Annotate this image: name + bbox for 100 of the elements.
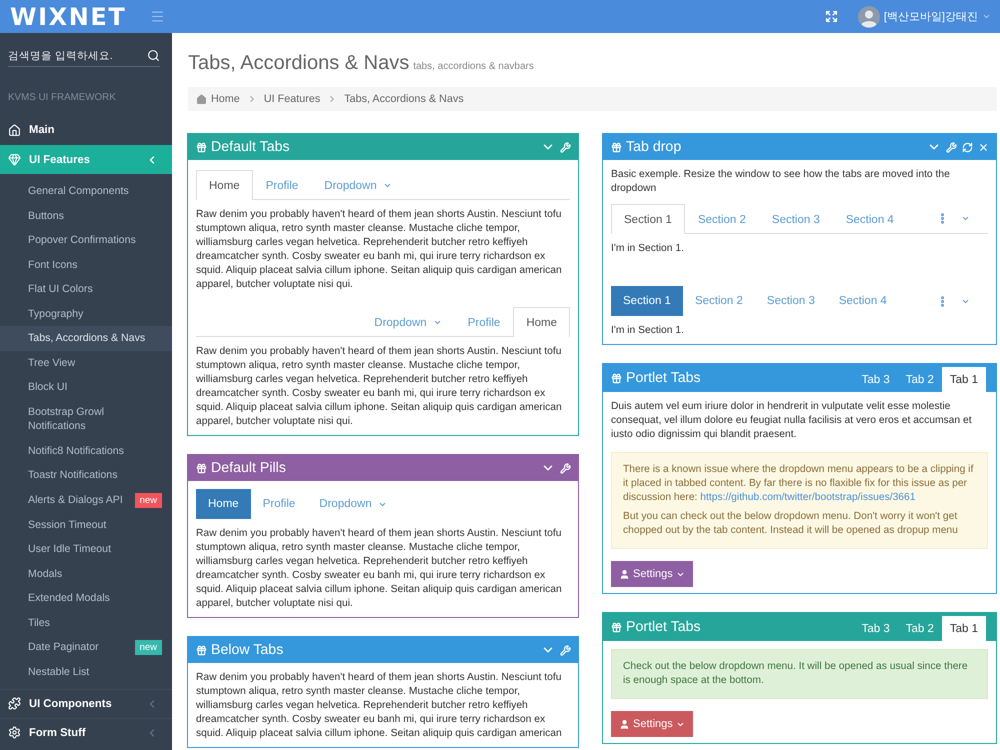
pill-tab[interactable]: Home [196,489,251,519]
tab[interactable]: Tab 1 [942,367,986,392]
paragraph: Raw denim you probably haven't heard of them jean shorts Austin. Nesciunt tofu stumptown aliqua, retro synth master cleanse. Mustache cliche tempor, williamsburg carles vegan helvetica. Reprehenderit butcher retro keffiyeh dreamcatcher synth. Cosby sweater eu banh mi, qui irure terry richardson ex squid. Aliquip placeat salvia cillum iphone. Seitan aliquip quis cardigan american apparel, butcher voluptate nisi qui. [196,208,563,292]
submenu-item[interactable]: Buttons [0,204,172,228]
submenu-item[interactable]: Tree View [0,350,172,375]
panel-title: Portlet Tabs [626,369,701,387]
paragraph: Raw denim you probably haven't heard of them jean shorts Austin. Nesciunt tofu stumptown aliqua, retro synth master cleanse. Mustache cliche tempor, williamsburg carles vegan helvetica. Reprehenderit butcher retro keffiyeh dreamcatcher synth. Cosby sweater eu banh mi, qui irure terry richardson ex squid. Aliquip placeat salvia cillum iphone. Seitan aliquip quis cardigan american apparel, butcher voluptate nisi qui. [196,345,563,429]
dropdown-button[interactable]: Settings [611,711,693,737]
submenu-item[interactable]: Tabs, Accordions & Navs [0,326,172,350]
menu-item[interactable]: UI Features [0,145,172,174]
close-icon[interactable] [978,142,989,152]
paragraph: Raw denim you probably haven't heard of them jean shorts Austin. Nesciunt tofu stumptown aliqua, retro synth master cleanse. Mustache cliche tempor, williamsburg carles vegan helvetica. Reprehenderit butcher retro keffiyeh dreamcatcher synth. Cosby sweater eu banh mi, qui irure terry richardson ex squid. Aliquip placeat salvia cillum iphone. Seitan aliquip quis cardigan american [196,671,563,741]
tab[interactable]: Profile [454,307,514,337]
tab[interactable]: Home [513,307,570,337]
tab[interactable]: Tab 2 [898,616,942,641]
user-icon [619,568,630,580]
tab[interactable]: Profile [252,170,312,200]
pill-tab[interactable]: Profile [250,489,308,519]
gift-icon [611,622,622,632]
user-menu[interactable]: [백산모바일]강태진 [858,6,991,28]
panel-title: Default Pills [211,459,286,477]
pill-tab[interactable]: Section 1 [611,286,683,316]
dropdown-button[interactable]: Settings [611,561,693,587]
paragraph: I'm in Section 1. [611,242,685,256]
page-title: Tabs, Accordions & Navs [188,51,410,76]
reload-icon[interactable] [962,142,973,152]
puzzle-icon [8,697,21,710]
tab[interactable]: Tab 3 [854,616,898,641]
breadcrumb-current: Tabs, Accordions & Navs [344,93,464,105]
tab[interactable]: Tab 3 [854,367,898,392]
gift-icon [611,372,622,384]
gift-icon [196,142,207,152]
submenu-item[interactable]: Flat UI Colors [0,277,172,302]
menu-badge: new [134,640,162,655]
panel-title: Tab drop [626,138,682,156]
submenu-item[interactable]: Block UI [0,375,172,400]
gift-icon [611,142,622,152]
caret-icon[interactable] [961,214,970,223]
home-icon [196,94,207,104]
avatar-icon[interactable] [858,6,880,28]
wrench-icon[interactable] [560,462,571,474]
paragraph: Basic exemple. Resize the window to see how the tabs are moved into the dropdown [611,168,951,196]
submenu-item[interactable]: Notific8 Notifications [0,438,172,463]
logo[interactable]: WIXNET [10,2,126,30]
search-field[interactable]: 검색명을 입력하세요. [8,46,143,66]
menu-item[interactable]: UI Components [0,688,172,718]
tab[interactable]: Dropdown [361,307,455,337]
fullscreen-icon[interactable] [824,10,838,23]
tab[interactable]: Section 1 [611,204,685,234]
tab[interactable]: Section 2 [684,204,759,234]
submenu-item[interactable]: Nestable List [0,660,172,684]
submenu-item[interactable]: Session Timeout [0,512,172,537]
submenu-item[interactable]: Toastr Notifications [0,463,172,488]
tab[interactable]: Tab 2 [898,367,942,392]
paragraph: Raw denim you probably haven't heard of them jean shorts Austin. Nesciunt tofu stumptown aliqua, retro synth master cleanse. Mustache cliche tempor, williamsburg carles vegan helvetica. Reprehenderit butcher retro keffiyeh dreamcatcher synth. Cosby sweater eu banh mi, qui irure terry richardson ex squid. Aliquip placeat salvia cillum iphone. Seitan aliquip quis cardigan american apparel, butcher voluptate nisi qui. [196,527,563,611]
caret-icon [982,12,991,21]
alert-text: Check out the below dropdown menu. It will be opened as usual since there is enough space at the bottom. [623,660,969,688]
tab[interactable]: Section 3 [758,204,833,234]
breadcrumb-link[interactable]: Home [196,93,240,105]
wrench-icon[interactable] [946,142,957,152]
user-icon [619,718,630,730]
tab[interactable]: Home [196,170,253,200]
tab[interactable]: Section 4 [832,204,907,234]
menu-icon[interactable] [150,9,165,24]
pill-tab[interactable]: Section 4 [826,286,899,316]
panel-title: Portlet Tabs [626,618,701,636]
paragraph: Duis autem vel eum iriure dolor in hendrerit in vulputate velit esse molestie consequat, vel illum dolore eu feugiat nulla facilisis at vero eros et accumsan et iusto odio dignissim qui blandit praesent. [611,400,973,442]
pill-tab[interactable]: Dropdown [307,489,399,519]
menu-item[interactable]: Form Stuff [0,718,172,746]
search-icon[interactable] [147,49,160,62]
tab[interactable]: Dropdown [311,170,405,200]
pill-tab[interactable]: Section 2 [682,286,755,316]
gem-icon [8,153,21,166]
home-icon [8,124,21,136]
alert-text: There is a known issue where the dropdown menu appears to be a clipping if it placed in tabbed content. By far there is no flaxible fix for this issue as per discussion here: https://github.com/twitter/bootstrap/issues/3661 [623,463,974,505]
link[interactable]: https://github.com/twitter/bootstrap/issues/3661 [700,492,916,503]
submenu-item[interactable]: User Idle Timeout [0,537,172,562]
submenu-item[interactable]: Extended Modals [0,586,172,610]
gear-icon [8,726,21,739]
panel-title: Below Tabs [211,641,284,659]
submenu-item[interactable]: Modals [0,562,172,586]
menu-badge: new [134,492,162,508]
tab[interactable]: Tab 1 [942,616,986,641]
submenu-item[interactable]: Popover Confirmations [0,228,172,252]
submenu-item[interactable]: General Components [0,179,172,204]
menu-item[interactable]: Main [0,115,172,145]
paragraph: I'm in Section 1. [611,324,685,338]
page-subtitle: tabs, accordions & navbars [413,61,534,72]
gift-icon [196,462,207,474]
submenu-item[interactable]: Alerts & Dialogs API new [0,488,172,512]
wrench-icon[interactable] [560,142,571,152]
submenu-item[interactable]: Tiles [0,610,172,635]
alert-text: But you can check out the below dropdown menu. Don't worry it won't get chopped out by the tab content. Instead it will be opened as dropup menu [623,510,959,538]
submenu-item[interactable]: Typography [0,302,172,326]
submenu-item[interactable]: Date Paginator new [0,635,172,660]
breadcrumb-link[interactable]: UI Features [264,93,320,105]
submenu-item[interactable]: Font Icons [0,252,172,277]
submenu-item[interactable]: Bootstrap Growl Notifications [0,400,172,438]
pill-tab[interactable]: Section 3 [754,286,827,316]
wrench-icon[interactable] [560,644,571,656]
